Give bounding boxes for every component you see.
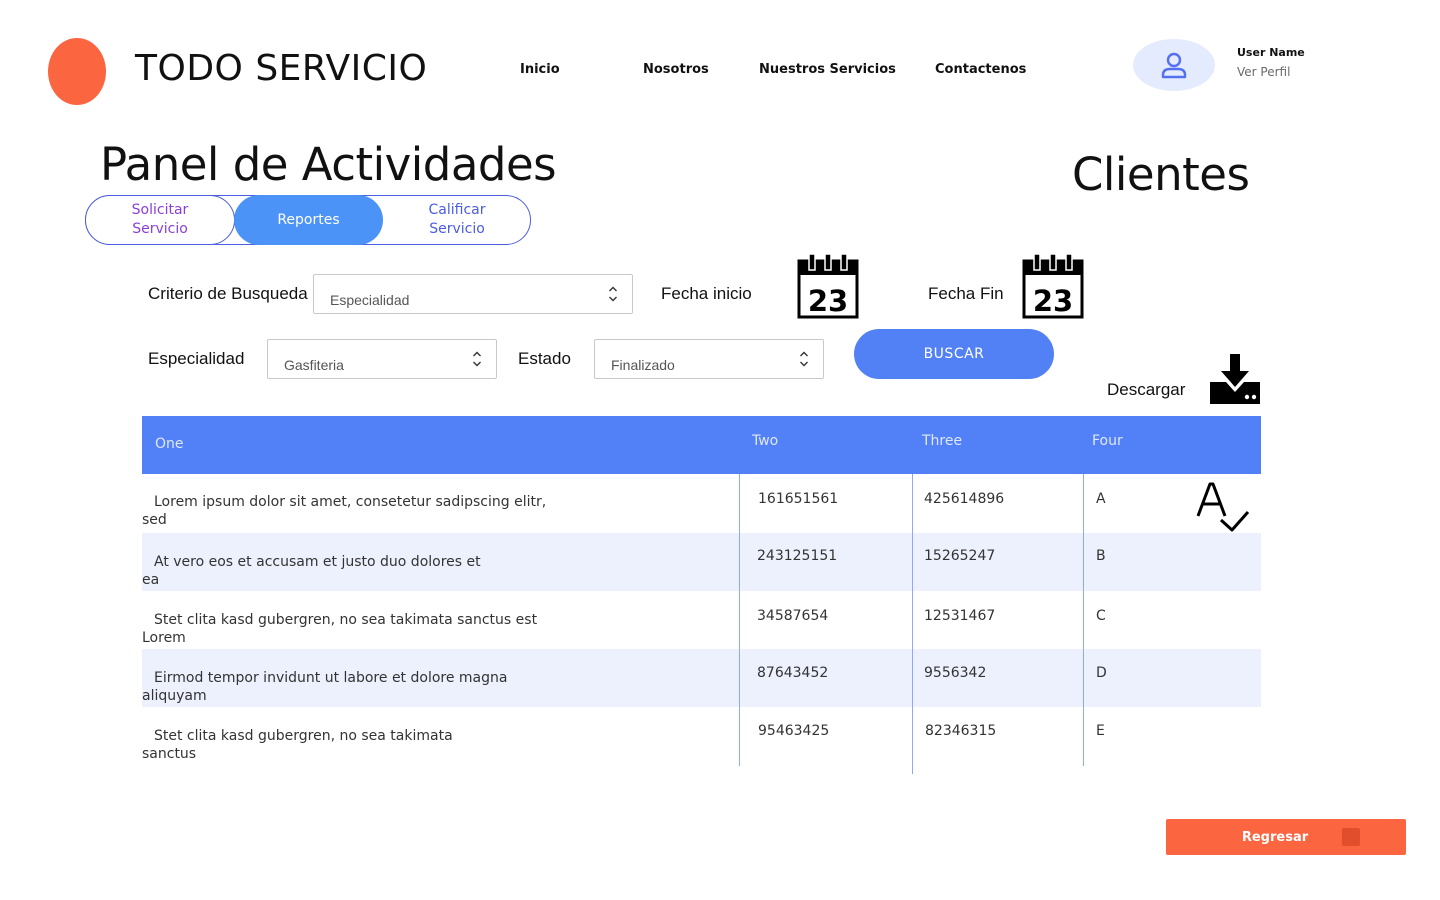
user-icon	[1161, 52, 1187, 79]
cell-four: E	[1096, 723, 1105, 739]
cell-description: Lorem ipsum dolor sit amet, consetetur s…	[142, 493, 582, 529]
cell-three: 425614896	[924, 491, 1005, 507]
select-chevrons-icon	[473, 351, 481, 367]
start-date-label: Fecha inicio	[661, 284, 752, 303]
column-header: Three	[922, 433, 963, 449]
cell-four: C	[1096, 608, 1106, 624]
brand-logo	[48, 38, 106, 105]
cell-line: At vero eos et accusam et justo duo dolo…	[154, 554, 481, 570]
cell-two: 243125151	[757, 548, 838, 564]
tab-reportes[interactable]: Reportes	[234, 195, 383, 245]
status-select-value: Finalizado	[611, 357, 675, 373]
cell-line: Lorem ipsum dolor sit amet, consetetur s…	[154, 494, 547, 510]
section-title: Clientes	[1072, 148, 1250, 201]
back-button-label: Regresar	[1241, 829, 1309, 845]
specialty-select-value: Gasfiteria	[284, 357, 344, 373]
column-divider	[739, 474, 740, 766]
cell-line: sed	[142, 512, 167, 528]
results-table: One Two Three Four Lorem ipsum dolor sit…	[142, 416, 1261, 774]
column-divider	[912, 474, 913, 774]
cell-description: Stet clita kasd gubergren, no sea takima…	[142, 727, 582, 763]
tab-group: Solicitar Servicio Reportes Calificar Se…	[85, 195, 531, 245]
cell-four: A	[1096, 491, 1106, 507]
download-label: Descargar	[1107, 380, 1186, 399]
criteria-select[interactable]: Especialidad	[313, 274, 633, 314]
cell-three: 82346315	[925, 723, 997, 739]
cell-two: 95463425	[758, 723, 830, 739]
column-header: Four	[1092, 433, 1123, 449]
end-date-label: Fecha Fin	[928, 284, 1004, 303]
back-button[interactable]: Regresar	[1166, 819, 1406, 855]
brand-name: TODO SERVICIO	[135, 48, 428, 89]
back-button-square	[1342, 828, 1361, 846]
status-select[interactable]: Finalizado	[594, 339, 824, 379]
cell-two: 161651561	[758, 491, 839, 507]
tab-label: Calificar Servicio	[428, 202, 486, 237]
table-row[interactable]: At vero eos et accusam et justo duo dolo…	[142, 533, 1261, 591]
nav-nosotros[interactable]: Nosotros	[643, 62, 709, 77]
search-button[interactable]: BUSCAR	[854, 329, 1054, 379]
criteria-label: Criterio de Busqueda	[148, 284, 308, 303]
cell-line: Lorem	[142, 630, 186, 646]
table-header: One Two Three Four	[142, 416, 1261, 474]
criteria-select-value: Especialidad	[330, 292, 410, 308]
specialty-label: Especialidad	[148, 349, 245, 368]
cell-two: 34587654	[757, 608, 829, 624]
spellcheck-icon[interactable]	[1196, 482, 1250, 534]
select-chevrons-icon	[800, 351, 808, 367]
nav-inicio[interactable]: Inicio	[520, 62, 560, 77]
select-chevrons-icon	[609, 286, 617, 302]
cell-three: 15265247	[924, 548, 996, 564]
nav-nuestros-servicios[interactable]: Nuestros Servicios	[759, 62, 896, 77]
user-name: User Name	[1237, 46, 1305, 59]
view-profile-link[interactable]: Ver Perfil	[1237, 65, 1290, 79]
table-row[interactable]: Eirmod tempor invidunt ut labore et dolo…	[142, 649, 1261, 707]
cell-description: Stet clita kasd gubergren, no sea takima…	[142, 611, 582, 647]
cell-line: Stet clita kasd gubergren, no sea takima…	[154, 612, 538, 628]
tab-calificar-servicio[interactable]: Calificar Servicio	[383, 195, 531, 245]
tab-label: Solicitar Servicio	[131, 202, 189, 237]
column-divider	[1083, 474, 1084, 766]
table-row[interactable]: Stet clita kasd gubergren, no sea takima…	[142, 591, 1261, 649]
column-header: One	[155, 436, 184, 452]
status-label: Estado	[518, 349, 571, 368]
calendar-day: 23	[808, 284, 848, 318]
cell-description: Eirmod tempor invidunt ut labore et dolo…	[142, 669, 582, 705]
cell-four: D	[1096, 665, 1107, 681]
cell-four: B	[1096, 548, 1106, 564]
table-row[interactable]: Lorem ipsum dolor sit amet, consetetur s…	[142, 474, 1261, 532]
cell-line: ea	[142, 572, 160, 588]
tab-label: Reportes	[277, 211, 340, 228]
tab-solicitar-servicio[interactable]: Solicitar Servicio	[85, 195, 235, 245]
calendar-day: 23	[1033, 284, 1073, 318]
cell-line: Eirmod tempor invidunt ut labore et dolo…	[154, 670, 508, 686]
cell-three: 12531467	[924, 608, 996, 624]
avatar[interactable]	[1133, 39, 1215, 91]
table-row[interactable]: Stet clita kasd gubergren, no sea takima…	[142, 707, 1261, 765]
column-header: Two	[752, 433, 779, 449]
nav-contactenos[interactable]: Contactenos	[935, 62, 1026, 77]
cell-line: aliquyam	[142, 688, 207, 704]
page-title: Panel de Actividades	[100, 138, 557, 191]
download-icon[interactable]	[1209, 354, 1261, 406]
cell-two: 87643452	[757, 665, 829, 681]
cell-line: sanctus	[142, 746, 197, 762]
calendar-icon[interactable]: 23	[797, 253, 859, 319]
calendar-icon[interactable]: 23	[1022, 253, 1084, 319]
cell-three: 9556342	[924, 665, 987, 681]
specialty-select[interactable]: Gasfiteria	[267, 339, 497, 379]
cell-description: At vero eos et accusam et justo duo dolo…	[142, 553, 582, 589]
cell-line: Stet clita kasd gubergren, no sea takima…	[154, 728, 453, 744]
